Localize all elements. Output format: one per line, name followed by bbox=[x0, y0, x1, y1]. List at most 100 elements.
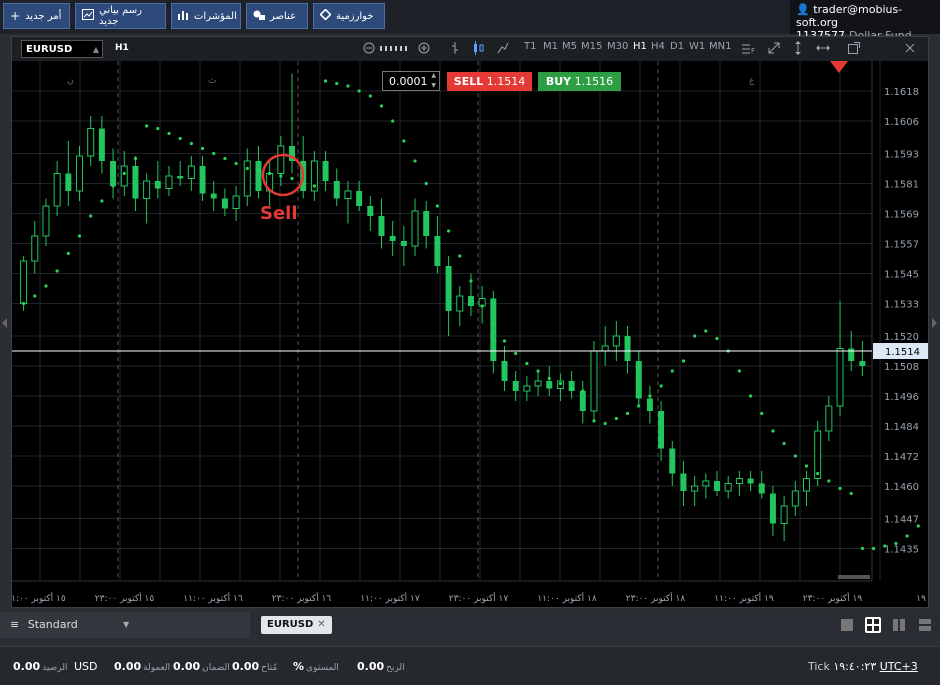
sar-dot bbox=[715, 337, 718, 340]
sar-dot bbox=[44, 284, 47, 287]
chevron-down-icon: ▼ bbox=[123, 612, 129, 638]
horizontal-scale-icon[interactable] bbox=[816, 45, 830, 51]
layout-horizontal-icon[interactable] bbox=[917, 617, 933, 633]
candle-body-down bbox=[423, 211, 429, 236]
timeframe-h4[interactable]: H4 bbox=[651, 41, 665, 52]
sar-dot bbox=[570, 387, 573, 390]
sar-dot bbox=[872, 547, 875, 550]
layout-single-icon[interactable] bbox=[839, 617, 855, 633]
y-tick-label: 1.1496 bbox=[884, 392, 919, 403]
margin-label: الضمان bbox=[202, 663, 230, 673]
indicators-button[interactable]: المؤشرات bbox=[171, 3, 241, 29]
objects-button[interactable]: عناصر bbox=[246, 3, 308, 29]
candle-body-up bbox=[121, 166, 127, 186]
lot-input[interactable]: 0.0001 ▲▼ bbox=[382, 71, 440, 91]
new-order-button[interactable]: + أمر جديد bbox=[3, 3, 70, 29]
new-order-label: أمر جديد bbox=[25, 11, 61, 22]
free-label: مُتاح bbox=[261, 663, 277, 673]
sell-button[interactable]: SELL 1.1514 bbox=[447, 72, 532, 91]
timeframe-m1[interactable]: M1 bbox=[543, 41, 558, 52]
sar-dot bbox=[78, 234, 81, 237]
bar-chart-type-icon[interactable] bbox=[450, 41, 460, 55]
chart-window[interactable]: EURUSD ▲ H1 T1 M1 M5 M15 M30 H1 H4 D1 W1… bbox=[11, 36, 929, 608]
sar-dot bbox=[358, 89, 361, 92]
zoom-in-icon[interactable] bbox=[418, 42, 430, 54]
candle-body-up bbox=[837, 349, 843, 407]
sar-dot bbox=[33, 294, 36, 297]
sar-dot bbox=[246, 167, 249, 170]
clock-time: ١٩:٤٠:٢٣ bbox=[833, 660, 876, 673]
x-tick-label: ١٩ أكتوبر ١١:٠٠ bbox=[714, 592, 774, 604]
sar-dot bbox=[279, 174, 282, 177]
close-chart-icon[interactable] bbox=[905, 43, 915, 53]
chart-properties-icon[interactable]: F bbox=[742, 42, 756, 54]
sar-dot bbox=[458, 254, 461, 257]
y-tick-label: 1.1520 bbox=[884, 332, 919, 343]
right-collapse-icon[interactable] bbox=[932, 318, 938, 328]
margin-stat: 0.00الضمان bbox=[173, 660, 230, 673]
timeframe-m15[interactable]: M15 bbox=[581, 41, 602, 52]
sar-dot bbox=[637, 404, 640, 407]
timeframe-m30[interactable]: M30 bbox=[607, 41, 628, 52]
timeframe-d1[interactable]: D1 bbox=[670, 41, 684, 52]
candle-body-down bbox=[636, 361, 642, 399]
layout-grid-icon[interactable] bbox=[865, 617, 881, 633]
timeframe-mn1[interactable]: MN1 bbox=[709, 41, 731, 52]
profile-selector[interactable]: ≡ Standard ▼ bbox=[0, 612, 250, 638]
y-tick-label: 1.1593 bbox=[884, 150, 919, 161]
free-value: 0.00 bbox=[232, 660, 259, 673]
close-tab-icon[interactable]: ✕ bbox=[317, 619, 325, 630]
lot-stepper-icon[interactable]: ▲▼ bbox=[431, 71, 436, 91]
plus-icon: + bbox=[10, 9, 20, 23]
candle-body-up bbox=[278, 146, 284, 174]
expand-icon[interactable] bbox=[768, 42, 780, 54]
timezone-link[interactable]: UTC+3 bbox=[880, 660, 918, 673]
algorithm-button[interactable]: خوارزمية bbox=[313, 3, 385, 29]
sar-dot bbox=[268, 172, 271, 175]
line-chart-type-icon[interactable] bbox=[497, 41, 509, 55]
sar-dot bbox=[234, 162, 237, 165]
candle-body-down bbox=[367, 206, 373, 216]
chart-tab-eurusd[interactable]: EURUSD✕ bbox=[261, 616, 332, 634]
sar-dot bbox=[145, 124, 148, 127]
candle-body-down bbox=[200, 166, 206, 194]
buy-button[interactable]: BUY 1.1516 bbox=[538, 72, 621, 91]
candle-body-up bbox=[692, 486, 698, 491]
level-value: % bbox=[293, 660, 304, 673]
candle-body-down bbox=[222, 199, 228, 209]
candle-body-down bbox=[65, 174, 71, 192]
candle-body-down bbox=[580, 391, 586, 411]
account-email-row: 👤 trader@mobius-soft.org bbox=[796, 3, 940, 29]
sar-dot bbox=[525, 362, 528, 365]
x-tick-label: ١٨ أكتوبر ٢٣:٠٠ bbox=[626, 592, 686, 604]
candle-body-up bbox=[88, 129, 94, 157]
candle-body-down bbox=[390, 236, 396, 241]
indicators-label: المؤشرات bbox=[194, 11, 237, 22]
candle-body-up bbox=[815, 431, 821, 479]
candle-body-up bbox=[736, 479, 742, 484]
sar-dot bbox=[89, 214, 92, 217]
zoom-out-icon[interactable] bbox=[363, 42, 375, 54]
sar-dot bbox=[850, 492, 853, 495]
timeframe-h1[interactable]: H1 bbox=[633, 41, 647, 52]
timeframe-t1[interactable]: T1 bbox=[524, 41, 536, 52]
timeframe-w1[interactable]: W1 bbox=[689, 41, 705, 52]
timeframe-m5[interactable]: M5 bbox=[562, 41, 577, 52]
vertical-scale-icon[interactable] bbox=[794, 41, 802, 55]
sar-dot bbox=[548, 377, 551, 380]
x-tick-label: ١٥ أكتوبر ١١:٠٠ bbox=[12, 592, 66, 604]
layout-vertical-icon[interactable] bbox=[891, 617, 907, 633]
candlestick-type-icon[interactable] bbox=[473, 41, 485, 55]
new-chart-button[interactable]: رسم بياني جديد bbox=[75, 3, 166, 29]
candle-body-down bbox=[255, 161, 261, 191]
symbol-selector[interactable]: EURUSD ▲ bbox=[21, 40, 103, 58]
x-tick-label: ١٨ أكتوبر ١١:٠٠ bbox=[537, 592, 597, 604]
account-panel[interactable]: 👤 trader@mobius-soft.org 1137577Dollar F… bbox=[790, 0, 940, 34]
menu-icon: ≡ bbox=[10, 618, 19, 631]
y-tick-label: 1.1508 bbox=[884, 362, 919, 373]
price-chart[interactable]: 1.16181.16061.15931.15811.15691.15571.15… bbox=[12, 61, 928, 607]
left-collapse-icon[interactable] bbox=[2, 318, 8, 328]
chart-shift-marker bbox=[830, 61, 848, 73]
detach-window-icon[interactable] bbox=[848, 42, 860, 54]
sar-dot bbox=[503, 339, 506, 342]
